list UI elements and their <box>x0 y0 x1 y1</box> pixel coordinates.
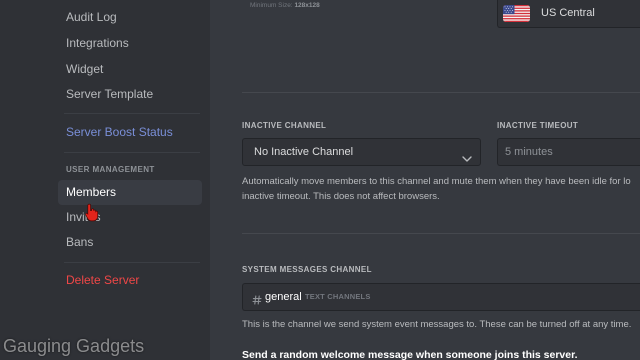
server-region-select[interactable]: US Central <box>497 0 640 28</box>
watermark-text: Gauging Gadgets <box>3 336 145 356</box>
icon-size-hint: Minimum Size: 128x128 <box>250 1 320 10</box>
sidebar-divider <box>64 152 200 153</box>
inactive-channel-select[interactable]: No Inactive Channel <box>242 138 481 166</box>
sidebar-section-header-user-management: USER MANAGEMENT <box>66 165 155 174</box>
hash-icon <box>252 292 262 305</box>
sidebar-divider <box>64 262 200 263</box>
inactive-timeout-label: INACTIVE TIMEOUT <box>497 121 579 130</box>
sidebar-divider <box>64 113 200 114</box>
system-messages-channel-select[interactable]: general TEXT CHANNELS <box>242 283 640 311</box>
inactive-description-line-2: inactive timeout. This does not affect b… <box>242 191 440 202</box>
chevron-down-icon <box>462 149 472 162</box>
welcome-message-toggle-label: Send a random welcome message when someo… <box>242 349 578 360</box>
sidebar-item-bans[interactable]: Bans <box>58 230 202 255</box>
system-channel-name: general <box>265 291 302 303</box>
us-flag-icon <box>503 5 530 22</box>
icon-size-hint-label: Minimum Size: <box>250 2 293 9</box>
welcome-message-row: Send a random welcome message when someo… <box>242 348 640 360</box>
system-channel-category: TEXT CHANNELS <box>305 292 371 301</box>
icon-size-hint-value: 128x128 <box>294 2 320 9</box>
system-messages-description: This is the channel we send system event… <box>242 319 632 330</box>
system-messages-channel-label: SYSTEM MESSAGES CHANNEL <box>242 265 372 274</box>
sidebar-item-members[interactable]: Members <box>58 180 202 205</box>
inactive-description-line-1: Automatically move members to this chann… <box>242 176 631 187</box>
sidebar-item-server-boost-status[interactable]: Server Boost Status <box>58 120 202 145</box>
hand-cursor-icon <box>85 203 99 222</box>
settings-sidebar: Audit Log Integrations Widget Server Tem… <box>0 0 210 360</box>
inactive-timeout-select[interactable]: 5 minutes <box>497 138 640 166</box>
server-region-value: US Central <box>541 7 595 19</box>
sidebar-item-invites[interactable]: Invites <box>58 205 202 230</box>
sidebar-item-audit-log[interactable]: Audit Log <box>58 5 202 30</box>
inactive-channel-value: No Inactive Channel <box>254 146 354 158</box>
inactive-timeout-value: 5 minutes <box>505 146 553 158</box>
inactive-channel-label: INACTIVE CHANNEL <box>242 121 327 130</box>
sidebar-item-widget[interactable]: Widget <box>58 57 202 82</box>
sidebar-item-integrations[interactable]: Integrations <box>58 31 202 56</box>
sidebar-item-server-template[interactable]: Server Template <box>58 82 202 107</box>
sidebar-item-delete-server[interactable]: Delete Server <box>58 268 202 293</box>
section-divider <box>242 233 640 234</box>
section-divider <box>242 92 640 93</box>
